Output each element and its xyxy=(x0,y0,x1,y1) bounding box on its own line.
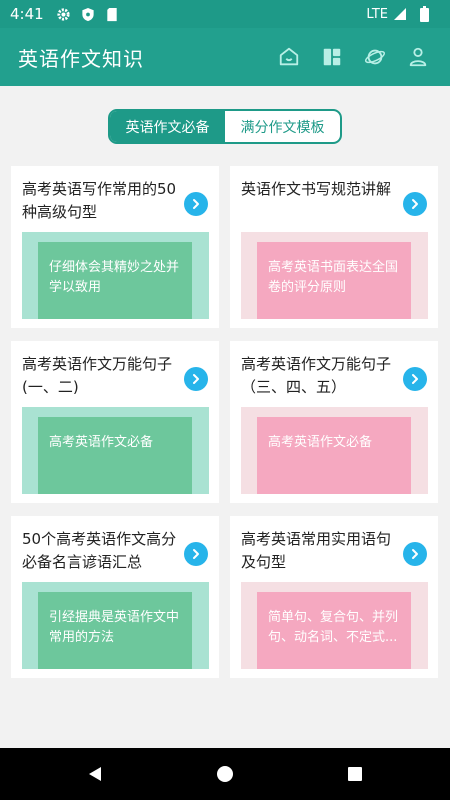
card-item[interactable]: 高考英语作文万能句子（三、四、五） 高考英语作文必备 xyxy=(230,341,438,503)
card-preview: 高考英语作文必备 xyxy=(241,407,428,494)
card-item[interactable]: 高考英语作文万能句子(一、二) 高考英语作文必备 xyxy=(11,341,219,503)
card-description: 高考英语作文必备 xyxy=(257,417,411,494)
card-description: 引经据典是英语作文中常用的方法 xyxy=(38,592,192,669)
chevron-right-icon[interactable] xyxy=(184,192,208,216)
planet-icon[interactable] xyxy=(361,43,389,71)
card-title: 英语作文书写规范讲解 xyxy=(241,180,392,198)
card-title: 50个高考英语作文高分必备名言谚语汇总 xyxy=(22,530,177,571)
status-time: 4:41 xyxy=(10,5,44,23)
chevron-right-icon[interactable] xyxy=(403,542,427,566)
card-preview: 引经据典是英语作文中常用的方法 xyxy=(22,582,209,669)
chevron-right-icon[interactable] xyxy=(184,542,208,566)
tab-templates[interactable]: 满分作文模板 xyxy=(225,111,340,142)
card-title: 高考英语作文万能句子(一、二) xyxy=(22,355,173,396)
app-bar-actions xyxy=(260,43,432,71)
card-title: 高考英语写作常用的50种高级句型 xyxy=(22,180,177,221)
card-preview: 高考英语作文必备 xyxy=(22,407,209,494)
network-label: LTE xyxy=(366,6,388,22)
home-icon[interactable] xyxy=(275,43,303,71)
system-nav-bar xyxy=(0,748,450,800)
dashboard-icon[interactable] xyxy=(318,43,346,71)
card-title: 高考英语作文万能句子（三、四、五） xyxy=(241,355,392,396)
signal-icon xyxy=(392,6,408,22)
card-item[interactable]: 50个高考英语作文高分必备名言谚语汇总 引经据典是英语作文中常用的方法 xyxy=(11,516,219,678)
card-preview: 仔细体会其精妙之处并学以致用 xyxy=(22,232,209,319)
card-item[interactable]: 高考英语常用实用语句及句型 简单句、复合句、并列句、动名词、不定式... xyxy=(230,516,438,678)
battery-icon xyxy=(416,6,432,22)
chevron-right-icon[interactable] xyxy=(403,192,427,216)
recents-icon[interactable] xyxy=(290,766,420,782)
chevron-right-icon[interactable] xyxy=(184,367,208,391)
card-description: 高考英语书面表达全国卷的评分原则 xyxy=(257,242,411,319)
app-bar: 英语作文知识 xyxy=(0,28,450,86)
card-item[interactable]: 英语作文书写规范讲解 高考英语书面表达全国卷的评分原则 xyxy=(230,166,438,328)
tab-switcher: 英语作文必备 满分作文模板 xyxy=(108,109,342,144)
back-icon[interactable] xyxy=(30,765,160,783)
chevron-right-icon[interactable] xyxy=(403,367,427,391)
shield-icon xyxy=(80,6,96,22)
gear-icon xyxy=(56,6,72,22)
sd-card-icon xyxy=(104,6,120,22)
card-title: 高考英语常用实用语句及句型 xyxy=(241,530,392,571)
card-description: 仔细体会其精妙之处并学以致用 xyxy=(38,242,192,319)
card-item[interactable]: 高考英语写作常用的50种高级句型 仔细体会其精妙之处并学以致用 xyxy=(11,166,219,328)
card-preview: 高考英语书面表达全国卷的评分原则 xyxy=(241,232,428,319)
status-bar: 4:41 LTE xyxy=(0,0,450,28)
card-preview: 简单句、复合句、并列句、动名词、不定式... xyxy=(241,582,428,669)
card-description: 高考英语作文必备 xyxy=(38,417,192,494)
card-description: 简单句、复合句、并列句、动名词、不定式... xyxy=(257,592,411,669)
tab-essentials[interactable]: 英语作文必备 xyxy=(110,111,225,142)
home-button-icon[interactable] xyxy=(160,765,290,783)
app-title: 英语作文知识 xyxy=(18,46,144,71)
person-icon[interactable] xyxy=(404,43,432,71)
